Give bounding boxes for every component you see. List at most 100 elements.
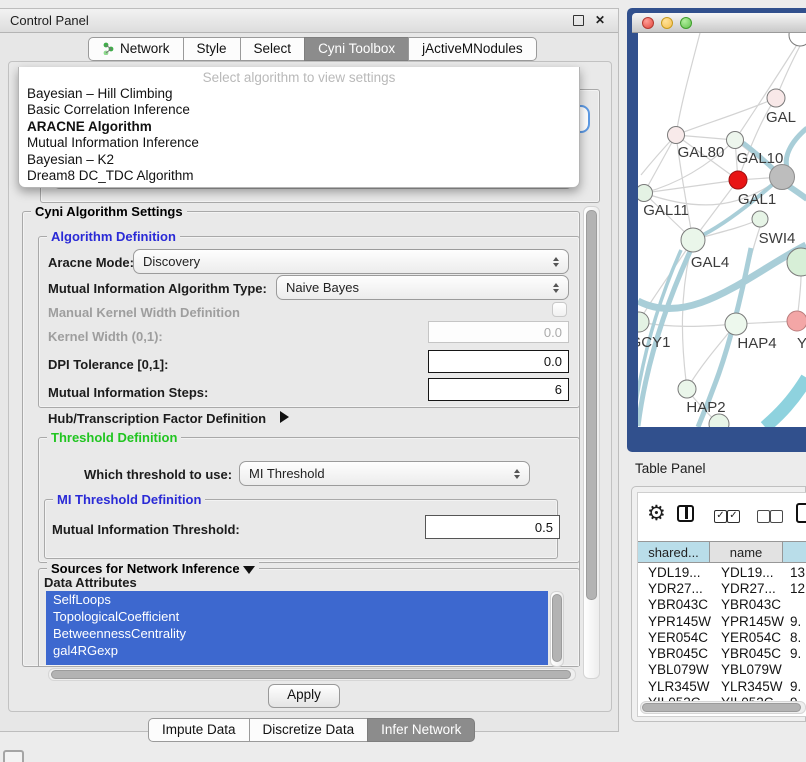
- table-cell[interactable]: YBR043C: [639, 597, 712, 612]
- attribute-item[interactable]: SelfLoops: [46, 591, 548, 608]
- table-cell[interactable]: YBR045C: [712, 646, 786, 661]
- table-cell[interactable]: YBL079W: [639, 662, 712, 677]
- tab-impute-data[interactable]: Impute Data: [148, 718, 250, 742]
- settings-vertical-scrollbar[interactable]: [583, 206, 600, 679]
- attribute-item[interactable]: gal4RGexp: [46, 642, 548, 659]
- split-columns-icon[interactable]: [677, 505, 694, 522]
- table-cell[interactable]: 9.: [786, 614, 806, 629]
- sources-group-title[interactable]: Sources for Network Inference: [47, 561, 259, 576]
- tab-discretize-data[interactable]: Discretize Data: [249, 718, 369, 742]
- expander-down-icon[interactable]: [243, 566, 255, 574]
- table-horizontal-scrollbar[interactable]: [640, 701, 806, 714]
- float-window-icon[interactable]: [573, 15, 584, 26]
- attribute-item[interactable]: TopologicalCoefficient: [46, 608, 548, 625]
- table-cell[interactable]: YDR27...: [639, 581, 712, 596]
- network-node[interactable]: [638, 312, 649, 332]
- table-row[interactable]: YPR145WYPR145W9.: [639, 613, 806, 629]
- mi-steps-input[interactable]: [428, 378, 569, 401]
- table-cell[interactable]: 9.: [786, 646, 806, 661]
- unchecked-box-icon[interactable]: [770, 510, 783, 523]
- scrollbar-thumb[interactable]: [642, 703, 801, 712]
- minimize-traffic-icon[interactable]: [661, 17, 673, 29]
- minimized-window-icon[interactable]: [3, 750, 24, 762]
- checked-box-icon[interactable]: ✓: [714, 510, 727, 523]
- dropdown-item[interactable]: Mutual Information Inference: [19, 135, 579, 151]
- table-cell[interactable]: YER054C: [639, 630, 712, 645]
- table-cell[interactable]: YDL19...: [639, 565, 712, 580]
- dropdown-item[interactable]: ARACNE Algorithm: [19, 119, 579, 135]
- column-header[interactable]: [782, 541, 806, 563]
- dpi-tolerance-input[interactable]: [428, 350, 569, 373]
- dropdown-item[interactable]: Bayesian – K2: [19, 152, 579, 168]
- network-node[interactable]: [767, 89, 785, 107]
- mi-threshold-input[interactable]: [425, 515, 560, 539]
- unchecked-box-icon[interactable]: [757, 510, 770, 523]
- dropdown-item[interactable]: Dream8 DC_TDC Algorithm: [19, 168, 579, 184]
- settings-horizontal-scrollbar[interactable]: [48, 668, 576, 681]
- network-node[interactable]: [681, 228, 705, 252]
- network-window-titlebar[interactable]: [632, 13, 806, 33]
- table-row[interactable]: YBR043CYBR043C: [639, 597, 806, 613]
- table-row[interactable]: YIL052CYIL052C9.: [639, 694, 806, 701]
- gear-icon[interactable]: ⚙: [647, 501, 666, 526]
- hub-definition-toggle[interactable]: Hub/Transcription Factor Definition: [48, 411, 266, 426]
- tab-style[interactable]: Style: [183, 37, 241, 61]
- table-cell[interactable]: YDR27...: [712, 581, 786, 596]
- network-node[interactable]: [668, 127, 685, 144]
- table-cell[interactable]: YPR145W: [639, 614, 712, 629]
- which-threshold-select[interactable]: MI Threshold: [239, 461, 530, 486]
- dropdown-item[interactable]: Bayesian – Hill Climbing: [19, 86, 579, 102]
- network-node[interactable]: [787, 311, 806, 331]
- table-cell[interactable]: YDL19...: [712, 565, 786, 580]
- close-icon[interactable]: ✕: [594, 14, 606, 26]
- network-node[interactable]: [729, 171, 747, 189]
- table-cell[interactable]: 8.: [786, 630, 806, 645]
- network-node[interactable]: [638, 185, 653, 202]
- document-icon[interactable]: [796, 503, 806, 523]
- expander-right-icon[interactable]: [280, 411, 289, 423]
- scrollbar-thumb[interactable]: [586, 210, 597, 600]
- tab-network[interactable]: Network: [88, 37, 184, 61]
- mi-type-select[interactable]: Naive Bayes: [276, 275, 569, 300]
- table-cell[interactable]: YER054C: [712, 630, 786, 645]
- tab-cyni-toolbox[interactable]: Cyni Toolbox: [304, 37, 409, 61]
- column-header[interactable]: name: [709, 541, 783, 563]
- tab-select[interactable]: Select: [240, 37, 306, 61]
- network-node[interactable]: [789, 33, 806, 46]
- table-row[interactable]: YDR27...YDR27...12: [639, 580, 806, 596]
- column-header[interactable]: shared...: [637, 541, 710, 563]
- network-node[interactable]: [678, 380, 696, 398]
- tab-jactivemnodules[interactable]: jActiveMNodules: [408, 37, 537, 61]
- manual-kernel-checkbox[interactable]: [552, 302, 567, 317]
- network-canvas[interactable]: GALGAL80GAL10GAL1GAL11GAL4SWI4GCY1HAP4YH…: [638, 33, 806, 427]
- dropdown-item[interactable]: Basic Correlation Inference: [19, 102, 579, 118]
- table-cell[interactable]: YBR043C: [712, 597, 786, 612]
- scrollbar-thumb[interactable]: [552, 594, 562, 662]
- table-cell[interactable]: YLR345W: [639, 679, 712, 694]
- table-cell[interactable]: YPR145W: [712, 614, 786, 629]
- zoom-traffic-icon[interactable]: [680, 17, 692, 29]
- network-node[interactable]: [725, 313, 747, 335]
- tab-infer-network[interactable]: Infer Network: [367, 718, 475, 742]
- network-node[interactable]: [727, 132, 744, 149]
- table-row[interactable]: YBL079WYBL079W: [639, 662, 806, 678]
- table-cell[interactable]: 13: [786, 565, 806, 580]
- attribute-item[interactable]: BetweennessCentrality: [46, 625, 548, 642]
- table-cell[interactable]: 9.: [786, 679, 806, 694]
- table-row[interactable]: YDL19...YDL19...13: [639, 564, 806, 580]
- close-traffic-icon[interactable]: [642, 17, 654, 29]
- table-cell[interactable]: YBR045C: [639, 646, 712, 661]
- aracne-mode-select[interactable]: Discovery: [133, 249, 569, 274]
- table-cell[interactable]: YBL079W: [712, 662, 786, 677]
- scrollbar-thumb[interactable]: [51, 670, 571, 679]
- list-vertical-scrollbar[interactable]: [550, 591, 564, 667]
- table-row[interactable]: YLR345WYLR345W9.: [639, 678, 806, 694]
- network-node[interactable]: [752, 211, 768, 227]
- table-cell[interactable]: YLR345W: [712, 679, 786, 694]
- checked-box-icon[interactable]: ✓: [727, 510, 740, 523]
- kernel-width-input[interactable]: [428, 321, 569, 343]
- table-row[interactable]: YBR045CYBR045C9.: [639, 645, 806, 661]
- table-cell[interactable]: 12: [786, 581, 806, 596]
- apply-button[interactable]: Apply: [268, 684, 340, 708]
- network-node[interactable]: [770, 165, 795, 190]
